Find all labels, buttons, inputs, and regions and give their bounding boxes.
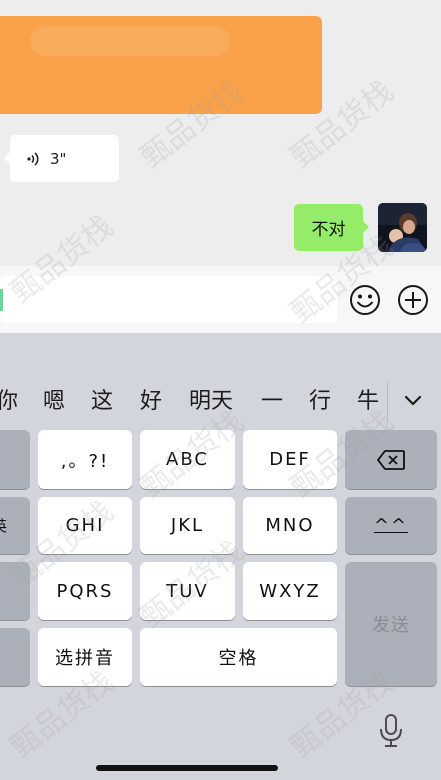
user-avatar-icon	[378, 203, 427, 252]
key-label: 空格	[218, 648, 259, 669]
candidate-bar: 你 嗯 这 好 明天 一 行 牛	[0, 381, 441, 423]
sent-message-bubble[interactable]: 不对	[294, 204, 369, 251]
key-jkl[interactable]: JKL	[140, 497, 235, 554]
key-label: 选拼音	[55, 648, 115, 669]
chat-input-bar	[0, 266, 441, 333]
candidate-word[interactable]: 嗯	[43, 386, 65, 418]
key-label: MNO	[265, 515, 315, 536]
backspace-key[interactable]	[345, 430, 437, 489]
sent-message-text: 不对	[311, 220, 346, 240]
candidate-word[interactable]: 一	[261, 386, 283, 418]
key-tuv[interactable]: TUV	[140, 562, 235, 620]
send-button[interactable]: 发送	[345, 562, 437, 686]
emoticon-key[interactable]: ^^	[345, 497, 437, 554]
send-button-label: 发送	[372, 615, 410, 636]
left-function-key[interactable]	[0, 430, 30, 489]
microphone-icon[interactable]	[378, 713, 404, 749]
key-label: GHI	[65, 515, 105, 536]
candidate-word[interactable]: 明天	[189, 386, 233, 418]
redacted-message	[0, 16, 322, 114]
key-label: DEF	[269, 449, 311, 470]
left-function-key[interactable]	[0, 562, 30, 620]
key-label: TUV	[166, 580, 209, 602]
chat-area: 3" 不对	[0, 0, 441, 266]
candidate-divider	[387, 381, 388, 421]
space-key[interactable]: 空格	[140, 628, 337, 686]
key-abc[interactable]: ABC	[140, 430, 235, 489]
chevron-down-icon[interactable]	[399, 389, 427, 413]
plus-circle-icon[interactable]	[397, 284, 429, 316]
smiley-icon[interactable]	[349, 284, 381, 316]
candidate-word[interactable]: 这	[91, 386, 113, 418]
keyboard: 你 嗯 这 好 明天 一 行 牛 英 ,。?! ABC DEF	[0, 333, 441, 780]
home-indicator[interactable]	[96, 765, 278, 771]
candidate-word[interactable]: 好	[140, 386, 162, 418]
key-label: JKL	[170, 515, 205, 536]
left-function-key[interactable]: 英	[0, 497, 30, 554]
key-wxyz[interactable]: WXYZ	[243, 562, 337, 620]
key-label: ^^	[373, 515, 409, 536]
candidate-word[interactable]: 行	[309, 386, 331, 418]
key-def[interactable]: DEF	[243, 430, 337, 489]
avatar[interactable]	[378, 203, 427, 252]
key-pqrs[interactable]: PQRS	[38, 562, 132, 620]
left-function-key[interactable]	[0, 628, 30, 686]
backspace-icon	[377, 449, 405, 470]
key-label: WXYZ	[259, 580, 321, 602]
voice-message-bubble[interactable]: 3"	[4, 135, 119, 182]
key-select-pinyin[interactable]: 选拼音	[38, 628, 132, 686]
voice-duration: 3"	[50, 149, 67, 168]
key-label: ,。?!	[60, 450, 110, 472]
key-label: PQRS	[56, 580, 114, 602]
voice-wave-icon	[27, 151, 39, 166]
key-label: ABC	[166, 449, 209, 470]
candidate-word[interactable]: 牛	[357, 386, 379, 418]
left-function-key-label: 英	[0, 515, 9, 536]
key-mno[interactable]: MNO	[243, 497, 337, 554]
candidate-word[interactable]: 你	[0, 386, 18, 418]
message-input[interactable]	[0, 276, 337, 323]
key-punctuation[interactable]: ,。?!	[38, 430, 132, 489]
key-ghi[interactable]: GHI	[38, 497, 132, 554]
text-caret	[0, 289, 3, 311]
